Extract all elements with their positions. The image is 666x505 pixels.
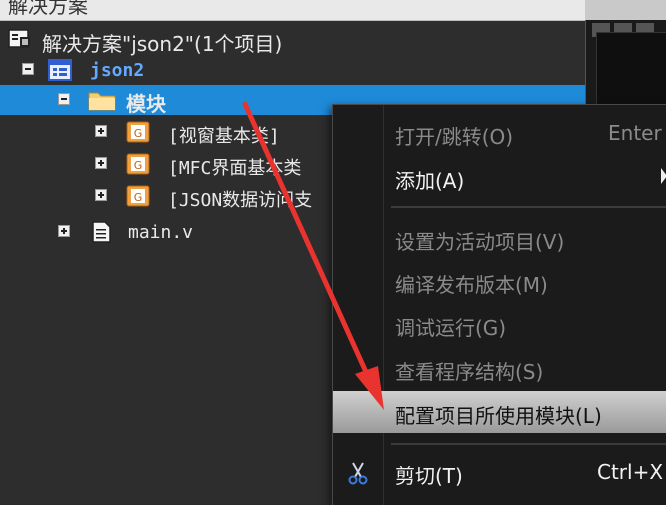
expand-module-toggle[interactable] xyxy=(95,157,107,169)
expand-file-toggle[interactable] xyxy=(58,225,70,237)
menu-item-add[interactable]: 添加(A) xyxy=(333,156,666,198)
menu-item-label: 配置项目所使用模块(L) xyxy=(395,404,602,428)
module-label: [MFC界面基本类 xyxy=(168,158,302,179)
scissors-icon xyxy=(348,462,368,485)
submenu-arrow-icon xyxy=(661,168,666,184)
menu-item-compile-release[interactable]: 编译发布版本(M) xyxy=(333,260,666,302)
module-label: [JSON数据访问支 xyxy=(168,190,313,211)
collapse-project-toggle[interactable] xyxy=(22,63,34,75)
menu-item-cut[interactable]: 剪切(T) Ctrl+X xyxy=(333,451,666,493)
expand-module-toggle[interactable] xyxy=(95,189,107,201)
project-label: json2 xyxy=(90,60,145,81)
menu-item-shortcut: Ctrl+X xyxy=(597,460,664,484)
module-icon: G xyxy=(126,185,150,207)
panel-title: 解决方案 xyxy=(8,0,88,18)
menu-item-view-structure[interactable]: 查看程序结构(S) xyxy=(333,347,666,389)
menu-item-debug-run[interactable]: 调试运行(G) xyxy=(333,303,666,345)
menu-item-label: 添加(A) xyxy=(395,169,465,193)
svg-text:G: G xyxy=(134,127,143,140)
menu-separator xyxy=(391,206,666,208)
collapse-modules-toggle[interactable] xyxy=(58,93,70,105)
file-label: main.v xyxy=(128,222,194,243)
menu-item-shortcut: Enter xyxy=(608,121,662,145)
menu-item-set-active-project[interactable]: 设置为活动项目(V) xyxy=(333,217,666,259)
menu-item-configure-modules[interactable]: 配置项目所使用模块(L) xyxy=(333,391,666,433)
menu-item-label: 调试运行(G) xyxy=(395,316,507,340)
tree-row-project[interactable]: json2 xyxy=(0,55,585,85)
menu-item-open-jump[interactable]: 打开/跳转(O) Enter xyxy=(333,112,666,154)
menu-item-label: 打开/跳转(O) xyxy=(395,125,514,149)
project-icon xyxy=(48,59,72,81)
modules-folder-label: 模块 xyxy=(126,92,166,116)
tree-row-solution[interactable]: 解决方案"json2"(1个项目) xyxy=(0,25,585,56)
solution-icon xyxy=(8,29,30,48)
module-icon: G xyxy=(126,121,150,143)
menu-separator xyxy=(391,443,666,445)
module-label: [视窗基本类] xyxy=(168,126,280,147)
expand-module-toggle[interactable] xyxy=(95,125,107,137)
folder-icon xyxy=(88,92,116,111)
document-icon xyxy=(92,221,111,243)
title-bar: 解决方案 xyxy=(0,0,585,21)
svg-text:G: G xyxy=(134,159,143,172)
svg-text:G: G xyxy=(134,191,143,204)
right-toolbar-strip xyxy=(585,0,666,20)
solution-label: 解决方案"json2"(1个项目) xyxy=(42,32,283,56)
menu-item-label: 查看程序结构(S) xyxy=(395,360,544,384)
context-menu: 打开/跳转(O) Enter 添加(A) 设置为活动项目(V) 编译发布版本(M… xyxy=(332,104,666,505)
menu-item-label: 剪切(T) xyxy=(395,464,463,488)
menu-item-label: 编译发布版本(M) xyxy=(395,273,548,297)
menu-item-label: 设置为活动项目(V) xyxy=(395,230,565,254)
module-icon: G xyxy=(126,153,150,175)
